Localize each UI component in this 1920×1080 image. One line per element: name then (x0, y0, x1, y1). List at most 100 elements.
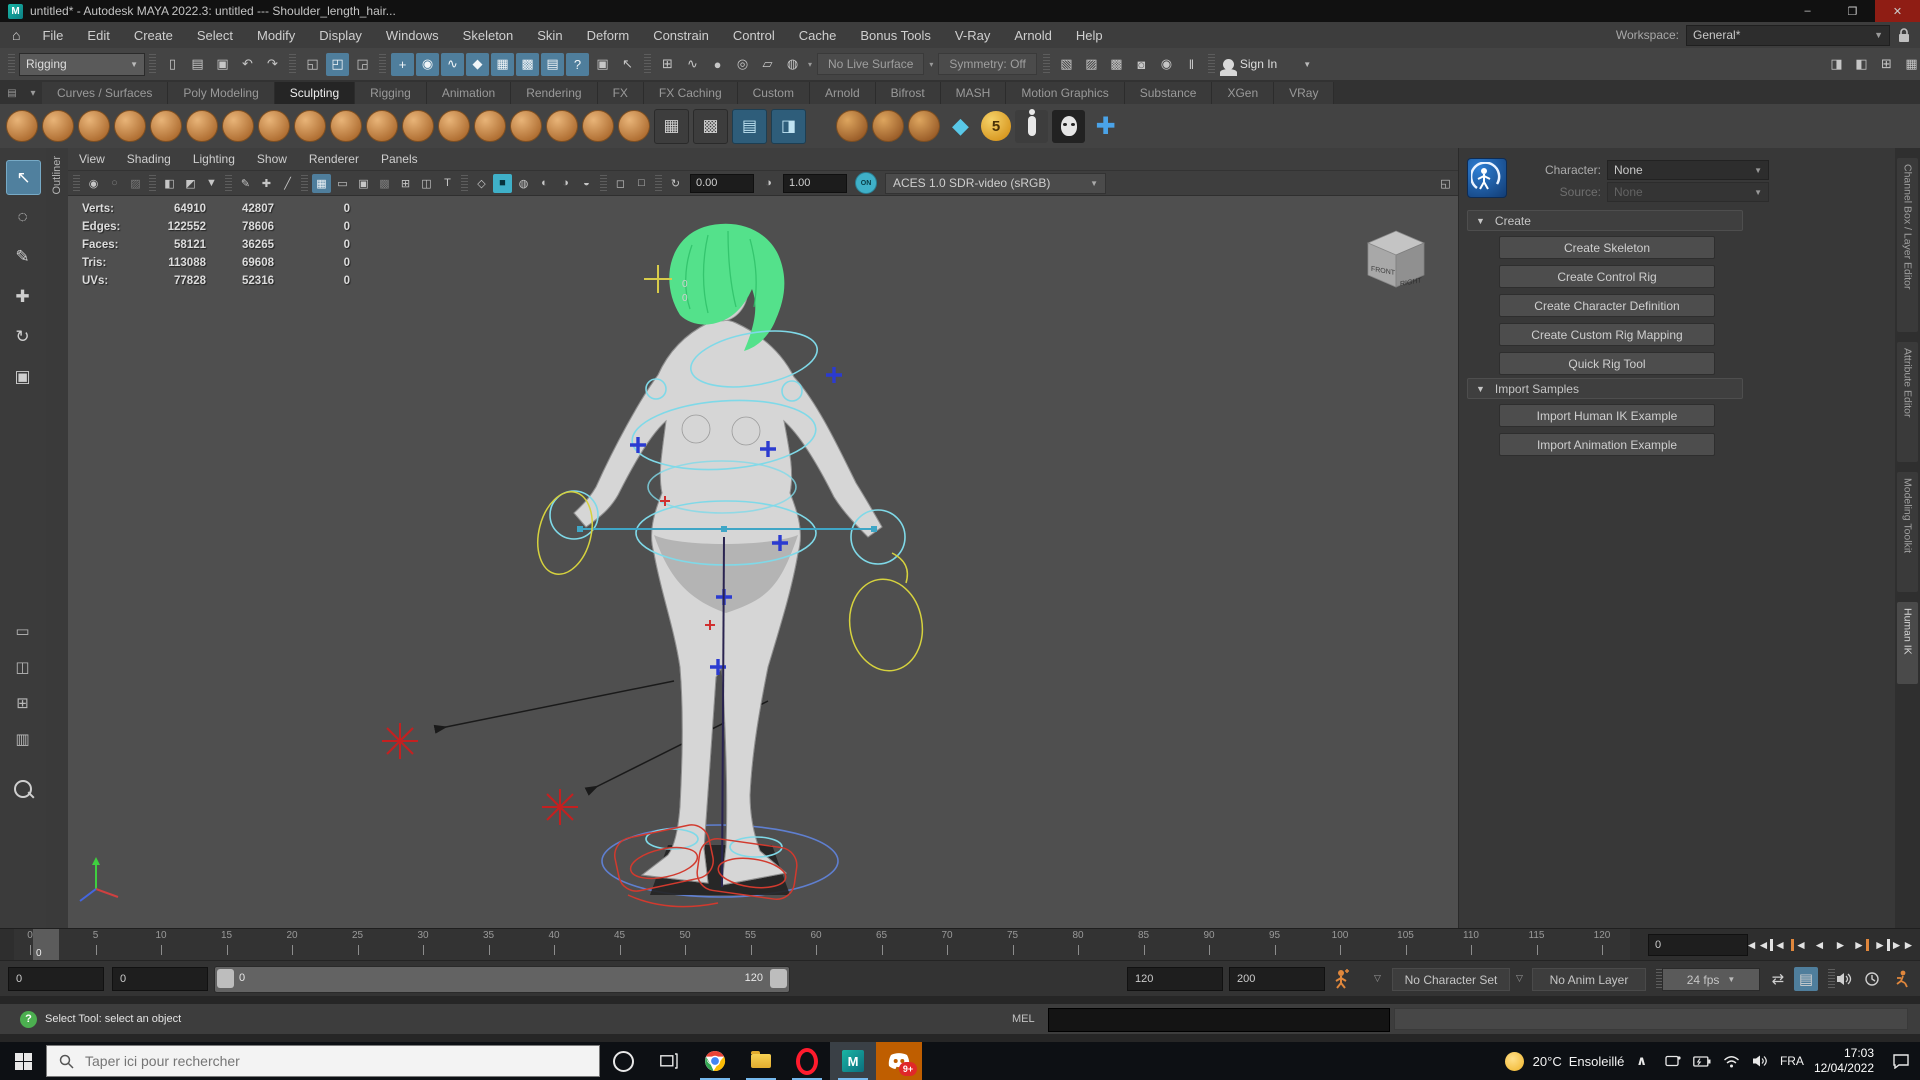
lasso-tool-icon[interactable]: ◌ (6, 200, 39, 233)
go-to-end-button[interactable]: ► ► (1891, 933, 1915, 957)
wireframe-mode-icon[interactable]: ◇ (472, 174, 491, 193)
amplify-tool-icon[interactable] (582, 110, 614, 142)
shelf-tab-curves-surfaces[interactable]: Curves / Surfaces (42, 82, 169, 104)
four-pane-layout-toggle-icon[interactable]: ⊞ (1875, 53, 1898, 76)
chevron-down-icon[interactable]: ▾ (808, 60, 812, 69)
human-ik-logo-icon[interactable] (1467, 158, 1507, 198)
animation-start-field[interactable] (8, 967, 104, 991)
occlusion-icon[interactable]: ◒ (577, 174, 596, 193)
gamma-icon[interactable]: ◑ (759, 174, 778, 193)
lighting-toggle-icon[interactable]: ○ (105, 174, 124, 193)
exposure-icon[interactable]: ↻ (666, 174, 685, 193)
stamp-image-icon[interactable]: ▩ (693, 108, 728, 144)
shelf-collapse-icon[interactable]: ▾ (25, 84, 41, 102)
import-human-ik-example-button[interactable]: Import Human IK Example (1499, 404, 1715, 427)
sidebar-tab-channel-box-layer-editor[interactable]: Channel Box / Layer Editor (1897, 158, 1918, 332)
create-custom-rig-mapping-button[interactable]: Create Custom Rig Mapping (1499, 323, 1715, 346)
select-deformations-icon[interactable]: ▦ (491, 52, 514, 76)
chevron-down-icon[interactable]: ▾ (929, 60, 933, 69)
paint-select-tool-icon[interactable]: ✎ (6, 240, 39, 273)
menu-control[interactable]: Control (721, 28, 787, 43)
safe-title-icon[interactable]: T (438, 174, 457, 193)
character-mask-icon[interactable] (1052, 109, 1085, 143)
menu-modify[interactable]: Modify (245, 28, 307, 43)
shelf-tab-rigging[interactable]: Rigging (355, 82, 427, 104)
sculpt-panel-icon[interactable]: ▤ (732, 108, 767, 144)
camera-bookmarks-icon[interactable]: ▼ (202, 174, 221, 193)
character-select[interactable]: None ▼ (1607, 160, 1769, 180)
chevron-down-icon[interactable]: ▽ (1516, 973, 1523, 984)
sign-in-button[interactable]: Sign In ▼ (1219, 57, 1311, 76)
snap-to-grid-icon[interactable]: ⊞ (656, 53, 679, 76)
weather-desc[interactable]: Ensoleillé (1569, 1054, 1625, 1069)
render-current-frame-icon[interactable]: ▨ (1080, 53, 1103, 76)
menu-create[interactable]: Create (122, 28, 185, 43)
live-surface-field[interactable]: No Live Surface (817, 53, 925, 75)
maximize-viewport-icon[interactable]: ◱ (1436, 174, 1455, 193)
current-frame-marker[interactable]: 0 (33, 929, 59, 961)
wax-tool-icon[interactable] (366, 110, 398, 142)
highlight-selection-icon[interactable]: ↖ (616, 53, 639, 76)
close-button[interactable]: ✕ (1875, 0, 1920, 22)
single-pane-layout-toggle-icon[interactable]: ◨ (1825, 53, 1848, 76)
time-editor-clip-icon[interactable]: ▤ (1794, 967, 1818, 991)
panel-menu-panels[interactable]: Panels (370, 152, 429, 166)
menu-cache[interactable]: Cache (787, 28, 849, 43)
anim-layer-select[interactable]: No Anim Layer (1532, 968, 1646, 991)
sidebar-tab-modeling-toolkit[interactable]: Modeling Toolkit (1897, 472, 1918, 592)
shelf-tab-mash[interactable]: MASH (940, 82, 1007, 104)
symmetry-field[interactable]: Symmetry: Off (938, 53, 1037, 75)
rotate-tool-icon[interactable]: ↻ (6, 320, 39, 353)
audio-mute-icon[interactable] (1832, 967, 1856, 991)
shelf-tab-fx[interactable]: FX (597, 82, 644, 104)
open-render-view-icon[interactable]: ▧ (1055, 53, 1078, 76)
cached-playback-icon[interactable] (1860, 967, 1884, 991)
task-view-button[interactable] (646, 1042, 692, 1080)
shadows-display-icon[interactable]: ◑ (556, 174, 575, 193)
play-backwards-button[interactable]: ◄ (1809, 933, 1830, 957)
create-control-rig-button[interactable]: Create Control Rig (1499, 265, 1715, 288)
move-tool-icon[interactable]: ✚ (6, 280, 39, 313)
current-frame-field[interactable] (1648, 934, 1748, 956)
imprint-tool-icon[interactable] (330, 110, 362, 142)
range-end-handle[interactable] (770, 969, 787, 988)
render-settings-icon[interactable]: ◙ (1130, 53, 1153, 76)
tray-expand-icon[interactable]: ∧ (1636, 1053, 1647, 1069)
shelf-tab-sculpting[interactable]: Sculpting (274, 82, 356, 104)
shelf-tab-motion-graphics[interactable]: Motion Graphics (1006, 82, 1125, 104)
menu-edit[interactable]: Edit (75, 28, 121, 43)
knife-tool-icon[interactable] (474, 110, 506, 142)
cortana-button[interactable] (600, 1042, 646, 1080)
isolate-select-icon[interactable]: ◻ (611, 174, 630, 193)
home-icon[interactable]: ⌂ (12, 27, 20, 43)
stencil-grid-icon[interactable]: ▦ (654, 108, 689, 144)
outliner-persp-layout-icon[interactable]: ▥ (6, 726, 39, 752)
shelf-tab-animation[interactable]: Animation (426, 82, 512, 104)
exposure-field[interactable]: 0.00 (690, 173, 754, 193)
playback-range-slider[interactable]: 0 120 (214, 966, 790, 993)
mirror-brush-icon[interactable] (836, 110, 868, 142)
shelf-menu-icon[interactable]: ▤ (4, 84, 20, 102)
spray-tool-icon[interactable] (258, 110, 290, 142)
zoom-tool-icon[interactable] (6, 772, 39, 805)
tpose-skeleton-icon[interactable]: ✚ (1089, 110, 1122, 143)
viewport-panel[interactable]: View Shading Lighting Show Renderer Panels ◉ ○… (68, 148, 1458, 928)
shelf-tab-vray[interactable]: VRay (1274, 82, 1335, 104)
menu-bonus-tools[interactable]: Bonus Tools (848, 28, 943, 43)
go-to-next-key-button[interactable]: ► (1851, 933, 1872, 957)
view-transform-select[interactable]: ACES 1.0 SDR-video (sRGB) ▼ (885, 172, 1106, 194)
snap-to-point-icon[interactable]: ● (706, 53, 729, 76)
bulge-tool-icon[interactable] (546, 110, 578, 142)
view-cube[interactable]: FRONT RIGHT (1366, 230, 1426, 288)
select-miscellaneous-icon[interactable]: ? (566, 52, 589, 76)
save-scene-icon[interactable]: ▣ (211, 53, 234, 76)
animation-end-field[interactable] (1229, 967, 1325, 991)
snap-to-view-plane-icon[interactable]: ▱ (756, 53, 779, 76)
select-component-icon[interactable]: ◲ (351, 53, 374, 76)
camera-lock-icon[interactable]: ◩ (181, 174, 200, 193)
create-character-definition-button[interactable]: Create Character Definition (1499, 294, 1715, 317)
scene-3d-view[interactable]: 0 0 FRONT RIGHT Verts: 64910 42807 0 Edg… (68, 195, 1458, 928)
lock-icon[interactable] (1898, 27, 1910, 43)
lock-selection-icon[interactable]: ▣ (591, 53, 614, 76)
camera-attributes-icon[interactable]: ◧ (160, 174, 179, 193)
